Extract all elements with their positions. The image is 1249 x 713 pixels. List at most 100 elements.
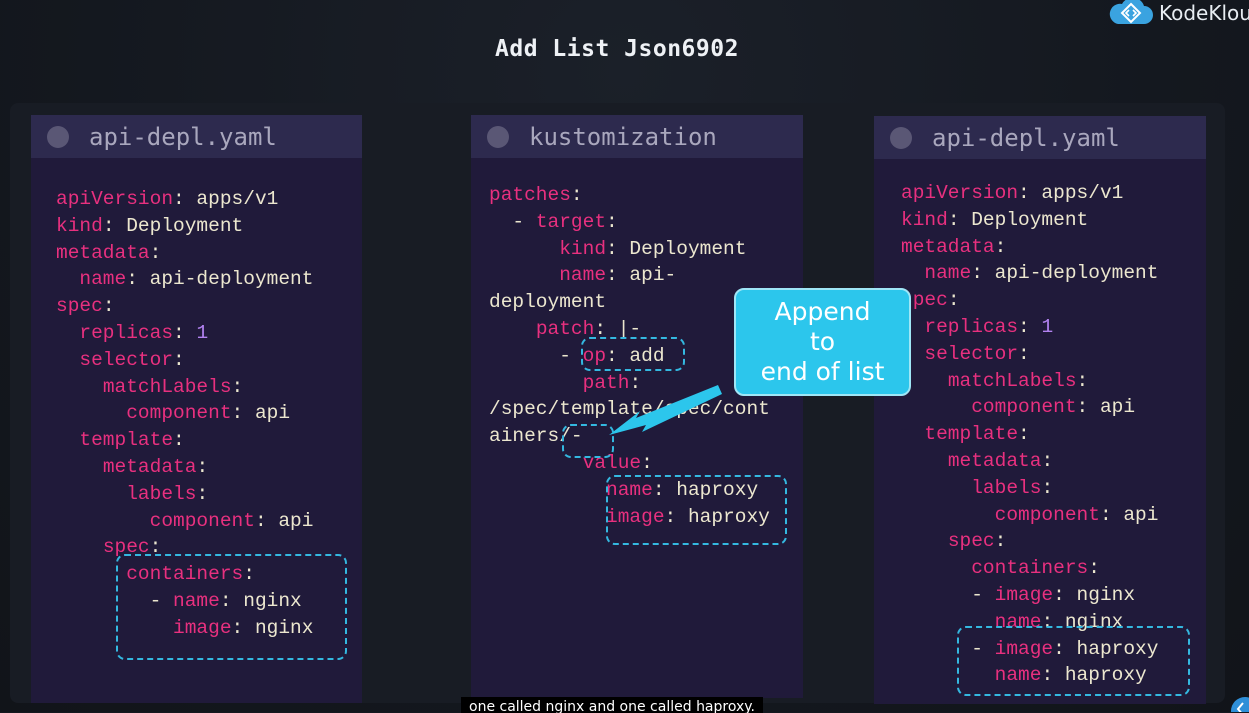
code-line: selector: xyxy=(901,341,1158,368)
yaml-value xyxy=(901,262,924,284)
yaml-key: matchLabels xyxy=(102,375,232,398)
yaml-value: : api xyxy=(254,509,314,532)
yaml-key: replicas xyxy=(924,315,1019,338)
code-line: selector: xyxy=(56,347,313,374)
yaml-key: patch xyxy=(535,317,595,340)
highlight-containers-box xyxy=(116,554,347,660)
brand-name: KodeKlou xyxy=(1159,1,1249,25)
code-line: metadata: xyxy=(901,234,1158,261)
yaml-key: spec xyxy=(56,295,103,318)
yaml-value xyxy=(901,504,995,526)
yaml-key: replicas xyxy=(79,321,174,344)
slide-title: Add List Json6902 xyxy=(495,36,739,62)
yaml-key: kind xyxy=(901,208,948,231)
yaml-value: - xyxy=(901,583,995,606)
code-line: deployment xyxy=(489,289,770,316)
yaml-key: metadata xyxy=(56,241,150,264)
yaml-key: matchLabels xyxy=(947,369,1077,392)
yaml-key: metadata xyxy=(102,455,197,478)
yaml-value: : xyxy=(994,530,1007,553)
code-line: matchLabels: xyxy=(56,374,313,401)
yaml-value: : xyxy=(1041,476,1054,499)
yaml-value: - xyxy=(489,210,536,233)
window-dot-icon xyxy=(487,125,509,148)
code-line: containers: xyxy=(901,555,1158,582)
code-line: kind: Deployment xyxy=(56,213,313,240)
code-line: spec: xyxy=(901,528,1158,555)
yaml-value xyxy=(489,372,583,394)
yaml-value xyxy=(56,536,103,558)
yaml-value: : xyxy=(1041,449,1054,472)
kodekloud-badge-icon xyxy=(1231,697,1249,712)
yaml-key: component xyxy=(994,503,1100,526)
yaml-value: : Deployment xyxy=(947,208,1089,231)
code-line: value: xyxy=(489,450,770,477)
yaml-key: kind xyxy=(559,237,607,260)
yaml-value xyxy=(901,477,971,499)
yaml-key: metadata xyxy=(947,449,1042,472)
yaml-key: containers xyxy=(971,557,1089,580)
code-line: component: api xyxy=(56,508,314,535)
yaml-value: : xyxy=(629,371,642,394)
yaml-key: spec xyxy=(947,530,995,553)
code-line: name: api- xyxy=(489,262,770,289)
code-line: labels: xyxy=(901,475,1158,502)
code-line: path: xyxy=(489,370,770,397)
yaml-value: : xyxy=(173,321,197,344)
yaml-value xyxy=(56,322,79,344)
code-line: spec: xyxy=(901,287,1158,314)
code-line: - image: nginx xyxy=(901,582,1158,609)
yaml-key: template xyxy=(79,429,174,452)
highlight-op-add-box xyxy=(581,337,685,371)
code-line: metadata: xyxy=(56,240,313,267)
yaml-key: template xyxy=(924,423,1019,446)
yaml-value: : xyxy=(149,241,162,264)
yaml-value: : xyxy=(231,375,244,398)
code-line: template: xyxy=(901,421,1158,448)
yaml-value: : xyxy=(947,289,960,312)
yaml-value: : apps/v1 xyxy=(1018,182,1124,204)
panel-result-yaml: api-depl.yaml apiVersion: apps/v1 kind: D… xyxy=(874,116,1206,704)
code-line: component: api xyxy=(901,502,1159,529)
yaml-value xyxy=(901,557,971,579)
code-line: patches: xyxy=(489,182,770,209)
highlight-list-end-box xyxy=(562,424,614,458)
yaml-key: labels xyxy=(971,476,1042,499)
callout-append-note: Append to end of list xyxy=(734,288,911,396)
yaml-value xyxy=(901,450,948,472)
yaml-value: : api xyxy=(1099,503,1159,526)
panel-title: api-depl.yaml xyxy=(932,123,1120,152)
code-line: apiVersion: apps/v1 xyxy=(901,180,1158,207)
yaml-value: : xyxy=(641,451,653,474)
yaml-value: : xyxy=(570,184,583,206)
yaml-key: image xyxy=(994,583,1054,606)
yaml-value xyxy=(56,402,126,424)
yaml-key: patches xyxy=(489,184,571,206)
yaml-value: : api- xyxy=(606,264,677,287)
yaml-value: : Deployment xyxy=(102,214,244,237)
brand-logo: KodeKlou xyxy=(1108,0,1249,26)
yaml-key: component xyxy=(149,509,255,532)
panel-header: kustomization xyxy=(471,115,803,158)
yaml-key: apiVersion xyxy=(901,182,1019,204)
yaml-value xyxy=(56,456,103,478)
yaml-value: : xyxy=(173,348,185,371)
yaml-value: : xyxy=(1088,557,1100,580)
yaml-value: : xyxy=(1018,342,1030,365)
yaml-value xyxy=(489,506,606,528)
yaml-value xyxy=(489,318,536,340)
yaml-value: : xyxy=(196,455,209,478)
code-block: apiVersion: apps/v1 kind: Deployment metad… xyxy=(901,180,1158,689)
window-dot-icon xyxy=(47,125,69,148)
yaml-key: component xyxy=(971,396,1077,419)
panel-header: api-depl.yaml xyxy=(874,116,1206,159)
code-line: replicas: 1 xyxy=(901,314,1158,341)
panel-kustomization: kustomization patches: - target: kind: D… xyxy=(471,115,803,698)
yaml-value xyxy=(56,376,103,398)
yaml-value xyxy=(56,268,79,290)
yaml-number: 1 xyxy=(1041,315,1054,338)
yaml-value: : xyxy=(1076,369,1089,392)
yaml-value: : Deployment xyxy=(606,237,747,260)
panel-title: api-depl.yaml xyxy=(89,122,277,151)
code-line: apiVersion: apps/v1 xyxy=(56,186,313,213)
